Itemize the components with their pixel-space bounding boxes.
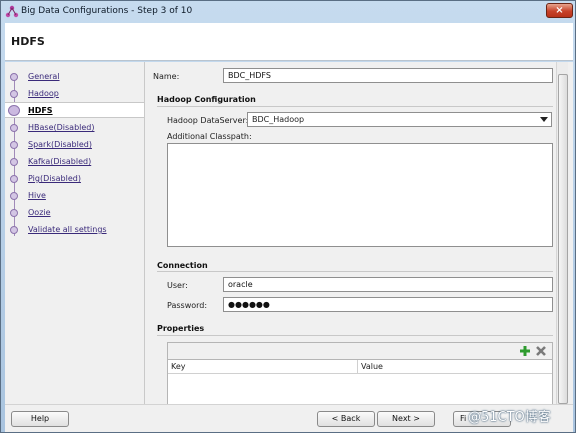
password-label: Password: (167, 301, 208, 310)
remove-x-icon[interactable] (535, 345, 547, 357)
hadoop-dataserver-select[interactable]: BDC_Hadoop (247, 112, 552, 127)
app-logo-icon (5, 5, 19, 18)
window-title: Big Data Configurations - Step 3 of 10 (21, 6, 193, 16)
settings-panel: Name: BDC_HDFS Hadoop Configuration Hado… (147, 62, 561, 405)
close-button[interactable]: × (546, 3, 573, 18)
step-dot-icon (10, 192, 18, 200)
column-header-key[interactable]: Key (168, 360, 358, 374)
nav-item-general[interactable]: General (5, 69, 144, 85)
step-dot-icon (10, 209, 18, 217)
dataserver-label: Hadoop DataServer: (167, 116, 249, 125)
nav-item-hbase[interactable]: HBase(Disabled) (5, 120, 144, 136)
step-navigation: General Hadoop HDFS HBase(Disabled) Spar… (5, 62, 145, 404)
wizard-window: Big Data Configurations - Step 3 of 10 ×… (0, 0, 576, 433)
nav-item-hive[interactable]: Hive (5, 188, 144, 204)
plus-icon[interactable] (519, 345, 531, 357)
nav-item-label: Spark(Disabled) (28, 140, 92, 149)
step-dot-icon (10, 175, 18, 183)
chevron-down-icon (540, 117, 548, 122)
hadoop-config-heading: Hadoop Configuration (157, 95, 256, 104)
properties-panel: Key Value (167, 342, 553, 405)
close-icon: × (555, 5, 564, 16)
content-area: General Hadoop HDFS HBase(Disabled) Spar… (5, 62, 573, 405)
user-label: User: (167, 281, 188, 290)
nav-item-pig[interactable]: Pig(Disabled) (5, 171, 144, 187)
name-label: Name: (153, 72, 180, 81)
section-divider (157, 106, 553, 107)
nav-item-label: Kafka(Disabled) (28, 157, 92, 166)
connection-heading: Connection (157, 261, 208, 270)
back-button[interactable]: < Back (317, 411, 375, 427)
title-bar: Big Data Configurations - Step 3 of 10 × (1, 1, 575, 23)
section-divider (157, 271, 553, 272)
nav-item-hdfs[interactable]: HDFS (5, 102, 144, 118)
section-divider (157, 335, 553, 336)
nav-item-label: Hive (28, 191, 46, 200)
nav-item-spark[interactable]: Spark(Disabled) (5, 137, 144, 153)
dataserver-selected-value: BDC_Hadoop (252, 115, 305, 124)
password-field[interactable]: ●●●●●● (223, 297, 553, 312)
scrollbar-thumb[interactable] (558, 74, 568, 404)
vertical-scrollbar[interactable] (556, 62, 568, 404)
nav-item-label: HDFS (28, 106, 53, 115)
step-dot-icon (10, 73, 18, 81)
nav-item-label: Pig(Disabled) (28, 174, 81, 183)
nav-item-kafka[interactable]: Kafka(Disabled) (5, 154, 144, 170)
name-field[interactable]: BDC_HDFS (223, 68, 553, 83)
classpath-label: Additional Classpath: (167, 132, 252, 141)
page-header: HDFS (5, 23, 573, 61)
nav-item-label: Hadoop (28, 89, 59, 98)
nav-item-label: General (28, 72, 60, 81)
current-step-icon (8, 105, 20, 116)
step-dot-icon (10, 226, 18, 234)
properties-heading: Properties (157, 324, 205, 333)
watermark-text: @51CTO博客 (468, 410, 551, 425)
next-button[interactable]: Next > (377, 411, 435, 427)
nav-item-label: Validate all settings (28, 225, 107, 234)
nav-item-validate[interactable]: Validate all settings (5, 222, 144, 238)
step-dot-icon (10, 141, 18, 149)
step-dot-icon (10, 124, 18, 132)
properties-table: Key Value (168, 359, 552, 405)
page-title: HDFS (11, 35, 45, 48)
user-field[interactable]: oracle (223, 277, 553, 292)
nav-item-label: HBase(Disabled) (28, 123, 95, 132)
nav-item-label: Oozie (28, 208, 51, 217)
nav-item-oozie[interactable]: Oozie (5, 205, 144, 221)
classpath-textarea[interactable] (167, 143, 553, 247)
step-dot-icon (10, 90, 18, 98)
nav-item-hadoop[interactable]: Hadoop (5, 86, 144, 102)
step-dot-icon (10, 158, 18, 166)
help-button[interactable]: Help (11, 411, 69, 427)
column-header-value[interactable]: Value (358, 360, 552, 374)
